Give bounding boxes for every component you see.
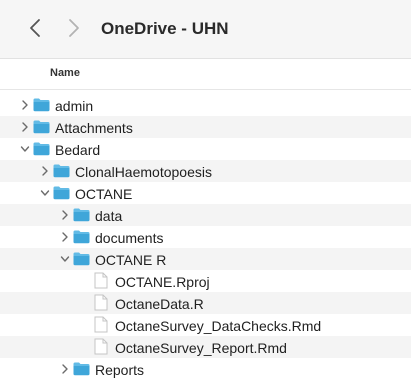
chevron-left-icon <box>30 19 40 37</box>
folder-name: Attachments <box>55 120 133 136</box>
folder-name: ClonalHaemotopoesis <box>75 164 212 180</box>
folder-name: Reports <box>95 362 145 378</box>
document-icon <box>94 338 108 355</box>
column-header-row: Name <box>0 59 411 90</box>
folder-icon <box>73 252 90 266</box>
file-list: admin Attachments Bedard ClonalHaemotopoesi… <box>0 94 411 380</box>
disclosure-expanded-icon[interactable] <box>40 187 50 199</box>
file-row[interactable]: OctaneSurvey_Report.Rmd <box>0 336 411 358</box>
disclosure-collapsed-icon[interactable] <box>20 99 30 111</box>
folder-row[interactable]: Bedard <box>0 138 411 160</box>
finder-toolbar: OneDrive - UHN <box>0 0 411 59</box>
folder-icon <box>33 98 50 112</box>
folder-name: admin <box>55 98 94 114</box>
folder-name: Bedard <box>55 142 101 158</box>
column-header-name[interactable]: Name <box>50 67 80 79</box>
folder-name: data <box>95 208 123 224</box>
folder-row[interactable]: Reports <box>0 358 411 380</box>
disclosure-expanded-icon[interactable] <box>20 143 30 155</box>
document-icon <box>94 316 108 333</box>
folder-row[interactable]: ClonalHaemotopoesis <box>0 160 411 182</box>
file-name: OctaneData.R <box>115 296 204 312</box>
back-button[interactable] <box>26 16 46 40</box>
file-name: OctaneSurvey_DataChecks.Rmd <box>115 318 322 334</box>
folder-icon <box>33 120 50 134</box>
file-name: OctaneSurvey_Report.Rmd <box>115 340 287 356</box>
folder-icon <box>33 142 50 156</box>
folder-row[interactable]: OCTANE R <box>0 248 411 270</box>
window-title: OneDrive - UHN <box>101 19 229 38</box>
folder-row[interactable]: Attachments <box>0 116 411 138</box>
file-row[interactable]: OctaneData.R <box>0 292 411 314</box>
folder-icon <box>73 362 90 376</box>
folder-icon <box>73 208 90 222</box>
chevron-right-icon <box>69 19 79 37</box>
folder-row[interactable]: documents <box>0 226 411 248</box>
file-row[interactable]: OctaneSurvey_DataChecks.Rmd <box>0 314 411 336</box>
folder-row[interactable]: data <box>0 204 411 226</box>
folder-name: OCTANE <box>75 186 133 202</box>
folder-icon <box>73 230 90 244</box>
disclosure-collapsed-icon[interactable] <box>20 121 30 133</box>
file-name: OCTANE.Rproj <box>115 274 210 290</box>
disclosure-collapsed-icon[interactable] <box>60 209 70 221</box>
document-icon <box>94 294 108 311</box>
disclosure-collapsed-icon[interactable] <box>40 165 50 177</box>
folder-name: OCTANE R <box>95 252 167 268</box>
file-row[interactable]: OCTANE.Rproj <box>0 270 411 292</box>
folder-row[interactable]: admin <box>0 94 411 116</box>
folder-icon <box>53 164 70 178</box>
forward-button[interactable] <box>64 16 84 40</box>
document-icon <box>94 272 108 289</box>
folder-name: documents <box>95 230 164 246</box>
folder-row[interactable]: OCTANE <box>0 182 411 204</box>
disclosure-collapsed-icon[interactable] <box>60 231 70 243</box>
disclosure-collapsed-icon[interactable] <box>60 363 70 375</box>
disclosure-expanded-icon[interactable] <box>60 253 70 265</box>
folder-icon <box>53 186 70 200</box>
